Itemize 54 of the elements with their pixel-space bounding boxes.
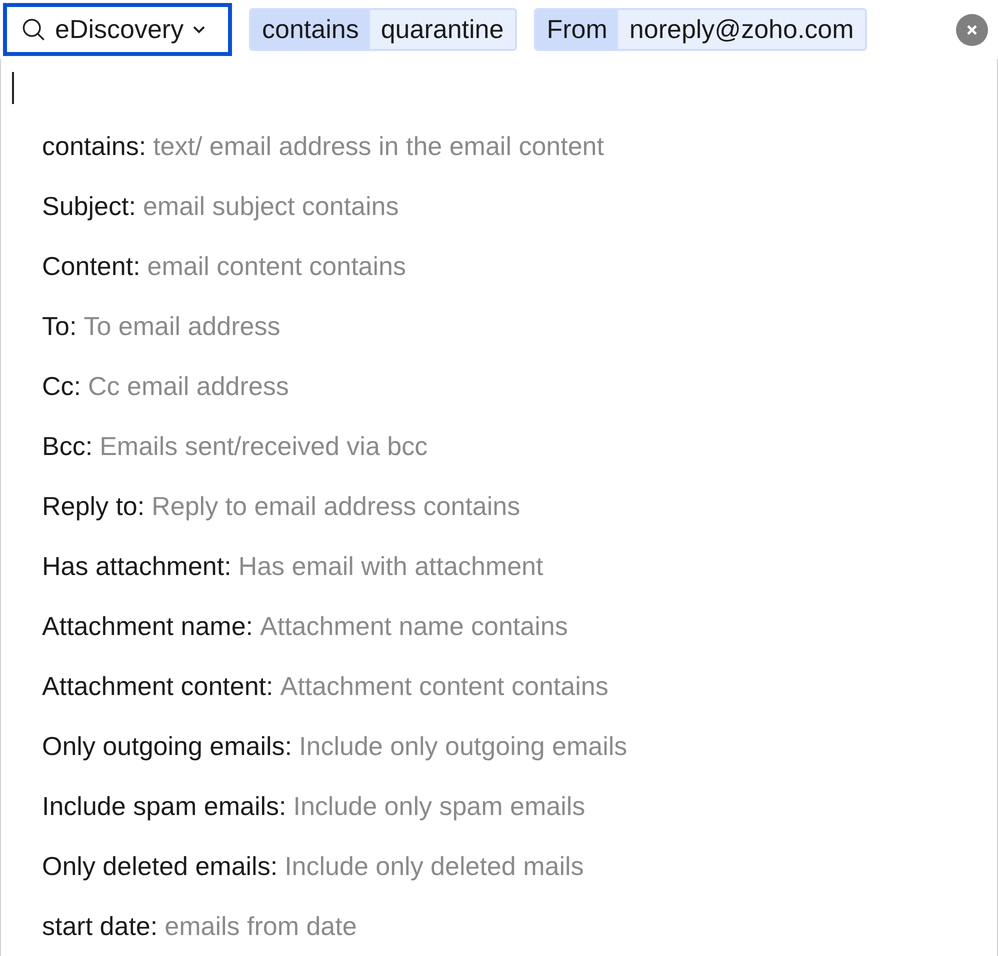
filter-value: noreply@zoho.com: [618, 10, 865, 49]
suggestion-hint: Include only spam emails: [293, 790, 586, 822]
suggestion-key: Subject:: [42, 186, 136, 226]
filter-chip[interactable]: From noreply@zoho.com: [534, 8, 867, 51]
suggestion-hint: text/ email address in the email content: [153, 130, 604, 162]
text-cursor: [12, 72, 14, 104]
close-icon: [966, 24, 978, 36]
suggestion-hint: Cc email address: [88, 370, 289, 402]
suggestion-item[interactable]: Bcc: Emails sent/received via bcc: [42, 416, 997, 476]
suggestion-key: Only deleted emails:: [42, 846, 278, 886]
clear-button[interactable]: [956, 14, 988, 46]
suggestion-hint: To email address: [84, 310, 280, 342]
suggestion-item[interactable]: To: To email address: [42, 296, 997, 356]
suggestion-key: Has attachment:: [42, 546, 232, 586]
suggestion-key: Cc:: [42, 366, 81, 406]
suggestion-key: Content:: [42, 246, 140, 286]
suggestion-key: Only outgoing emails:: [42, 726, 292, 766]
filter-field: contains: [251, 10, 370, 49]
suggestion-hint: email subject contains: [142, 190, 399, 222]
search-icon: [21, 16, 47, 42]
suggestion-key: Bcc:: [42, 426, 93, 466]
suggestion-hint: Include only outgoing emails: [299, 730, 628, 762]
suggestion-key: To:: [42, 306, 77, 346]
suggestion-item[interactable]: Content: email content contains: [42, 236, 997, 296]
suggestion-item[interactable]: Subject: email subject contains: [42, 176, 997, 236]
suggestion-hint: email content contains: [147, 250, 406, 282]
suggestion-item[interactable]: Only deleted emails: Include only deleted mails: [42, 836, 997, 896]
suggestion-key: contains:: [42, 126, 146, 166]
suggestion-item[interactable]: contains: text/ email address in the email content: [42, 116, 997, 176]
suggestion-key: start date:: [42, 906, 158, 946]
suggestion-item[interactable]: start date: emails from date: [42, 896, 997, 956]
suggestion-item[interactable]: Only outgoing emails: Include only outgoing emails: [42, 716, 997, 776]
chevron-down-icon: [192, 24, 206, 34]
suggestion-hint: Has email with attachment: [238, 550, 544, 582]
filter-value: quarantine: [370, 10, 515, 49]
suggestion-hint: Attachment content contains: [280, 670, 608, 702]
suggestion-hint: emails from date: [164, 910, 357, 942]
suggestion-item[interactable]: Attachment name: Attachment name contains: [42, 596, 997, 656]
search-scope-dropdown[interactable]: eDiscovery: [3, 3, 232, 56]
suggestion-key: Include spam emails:: [42, 786, 286, 826]
suggestion-key: Attachment content:: [42, 666, 274, 706]
suggestion-item[interactable]: Include spam emails: Include only spam emails: [42, 776, 997, 836]
filter-chip[interactable]: contains quarantine: [249, 8, 517, 51]
suggestion-hint: Include only deleted mails: [284, 850, 584, 882]
filter-field: From: [536, 10, 618, 49]
suggestion-item[interactable]: Has attachment: Has email with attachment: [42, 536, 997, 596]
suggestion-key: Reply to:: [42, 486, 145, 526]
suggestion-item[interactable]: Reply to: Reply to email address contains: [42, 476, 997, 536]
suggestion-item[interactable]: Cc: Cc email address: [42, 356, 997, 416]
suggestion-item[interactable]: Attachment content: Attachment content contains: [42, 656, 997, 716]
suggestion-hint: Attachment name contains: [260, 610, 568, 642]
suggestion-key: Attachment name:: [42, 606, 253, 646]
suggestion-hint: Emails sent/received via bcc: [100, 430, 428, 462]
suggestion-hint: Reply to email address contains: [152, 490, 520, 522]
